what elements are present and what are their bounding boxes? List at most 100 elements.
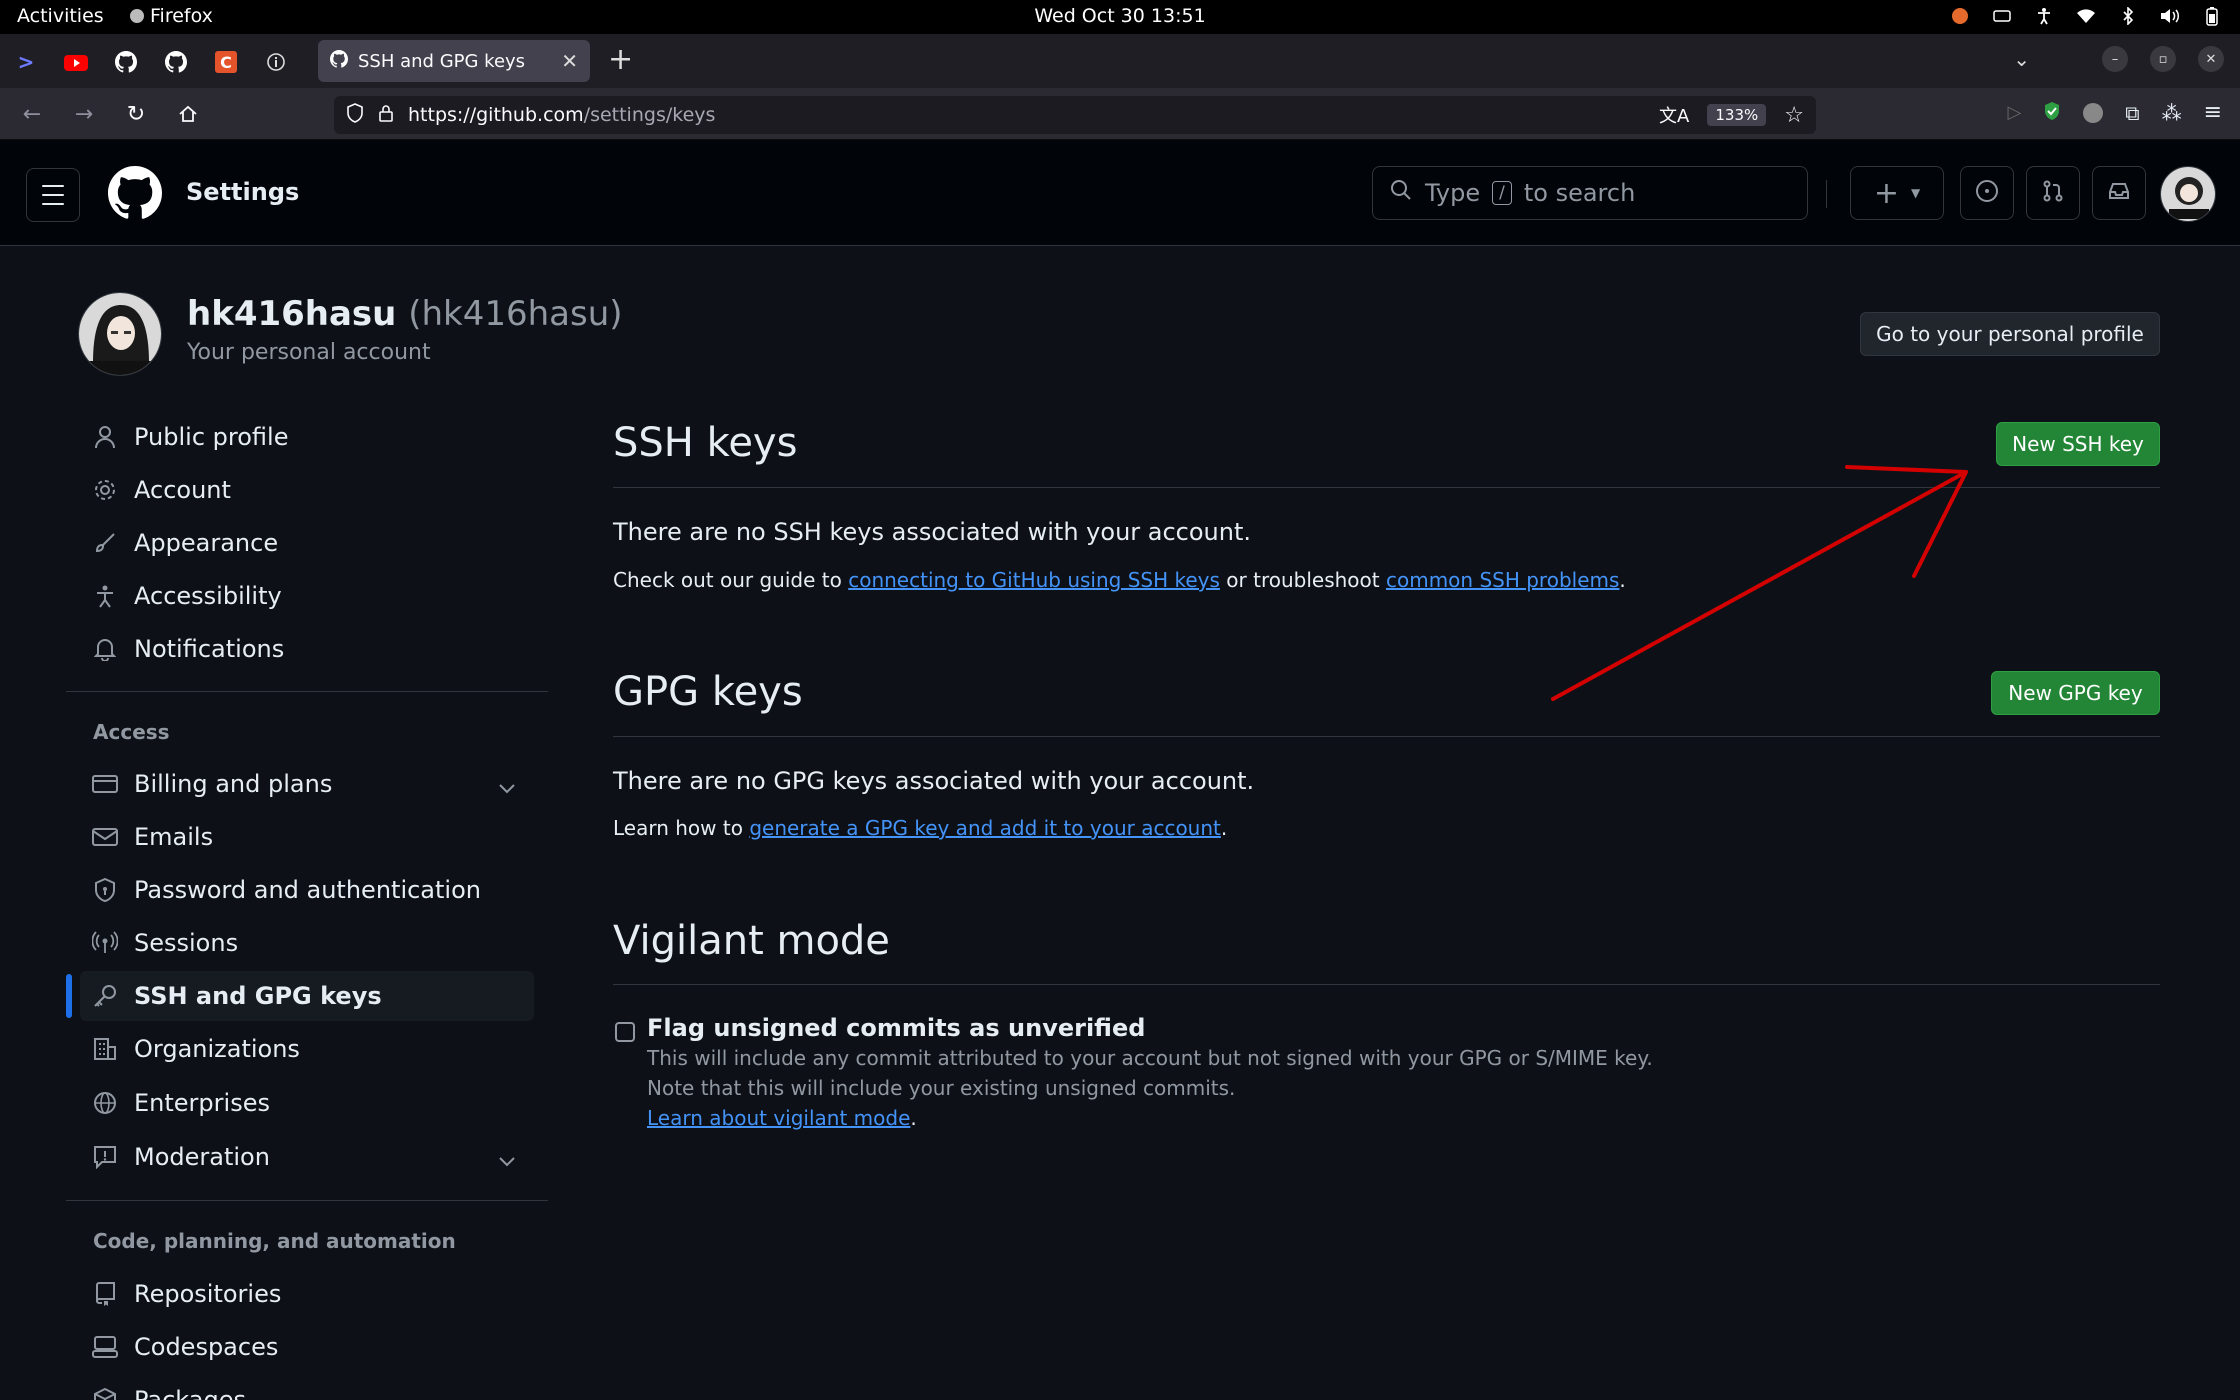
keyboard-icon bbox=[1992, 6, 2012, 26]
search-input[interactable]: Type / to search bbox=[1372, 166, 1808, 220]
sidebar-item-account[interactable]: Account bbox=[80, 465, 534, 515]
sidebar-item-codespaces[interactable]: Codespaces bbox=[80, 1322, 534, 1372]
gpg-guide-text: Learn how to generate a GPG key and add … bbox=[613, 816, 1227, 840]
page-context-title[interactable]: Settings bbox=[186, 178, 299, 206]
person-icon bbox=[92, 424, 118, 450]
search-placeholder-prefix: Type bbox=[1425, 179, 1481, 207]
tab-title: SSH and GPG keys bbox=[358, 50, 526, 72]
play-icon[interactable]: ▷ bbox=[2007, 102, 2021, 123]
shield-extension-icon[interactable] bbox=[2043, 101, 2061, 125]
github-icon[interactable] bbox=[112, 48, 140, 76]
account-type: Your personal account bbox=[187, 340, 431, 365]
coursera-icon[interactable]: C bbox=[212, 48, 240, 76]
github-icon[interactable] bbox=[162, 48, 190, 76]
bluetooth-icon bbox=[2118, 6, 2138, 26]
sidebar-item-label: Packages bbox=[134, 1386, 246, 1400]
organization-icon bbox=[92, 1036, 118, 1062]
ssh-troubleshoot-link[interactable]: common SSH problems bbox=[1386, 568, 1619, 592]
system-tray[interactable] bbox=[1950, 6, 2222, 26]
close-window-icon[interactable]: ✕ bbox=[2198, 46, 2224, 72]
report-icon bbox=[92, 1144, 118, 1170]
checkbox-label[interactable]: Flag unsigned commits as unverified bbox=[647, 1014, 1145, 1042]
vigilant-learn-link[interactable]: Learn about vigilant mode bbox=[647, 1106, 910, 1130]
chevron-down-icon[interactable] bbox=[498, 1146, 516, 1174]
zoom-indicator[interactable]: 133% bbox=[1707, 104, 1767, 126]
sidebar-item-appearance[interactable]: Appearance bbox=[80, 518, 534, 568]
pinned-tabs: > C bbox=[12, 48, 290, 76]
user-handle: (hk416hasu) bbox=[408, 294, 623, 334]
forward-arrow-icon[interactable]: → bbox=[70, 100, 98, 128]
puzzle-icon[interactable]: ⧉ bbox=[2125, 101, 2139, 125]
sidebar-item-public-profile[interactable]: Public profile bbox=[80, 412, 534, 462]
hamburger-menu-button[interactable] bbox=[26, 168, 80, 222]
reload-icon[interactable]: ↻ bbox=[122, 100, 150, 128]
sidebar-item-emails[interactable]: Emails bbox=[80, 812, 534, 862]
url-bar[interactable]: https://github.com/settings/keys 文A 133%… bbox=[334, 96, 1816, 134]
ssh-guide-link[interactable]: connecting to GitHub using SSH keys bbox=[848, 568, 1220, 592]
package-icon bbox=[92, 1387, 118, 1400]
sidebar-item-label: Enterprises bbox=[134, 1089, 270, 1117]
vigilant-learn-line: Learn about vigilant mode. bbox=[647, 1106, 917, 1130]
sidebar-item-ssh-gpg-keys[interactable]: SSH and GPG keys bbox=[80, 971, 534, 1021]
search-icon bbox=[1389, 178, 1413, 208]
avatar-extension-icon[interactable] bbox=[2083, 102, 2104, 123]
tab-ssh-gpg-keys[interactable]: SSH and GPG keys ✕ bbox=[318, 40, 590, 82]
sidebar-item-repositories[interactable]: Repositories bbox=[80, 1269, 534, 1319]
info-icon[interactable] bbox=[262, 48, 290, 76]
sidebar-item-billing[interactable]: Billing and plans bbox=[80, 759, 534, 809]
menu-icon[interactable]: ≡ bbox=[2204, 100, 2222, 125]
window-controls: ⌄ – ▫ ✕ bbox=[2013, 46, 2224, 72]
flag-unsigned-checkbox[interactable] bbox=[615, 1022, 635, 1042]
plus-icon: + bbox=[1873, 175, 1899, 211]
search-placeholder-suffix: to search bbox=[1523, 179, 1636, 207]
grid-extension-icon[interactable]: ⁂ bbox=[2162, 101, 2182, 125]
sidebar-item-moderation[interactable]: Moderation bbox=[80, 1132, 534, 1182]
minimize-icon[interactable]: – bbox=[2102, 46, 2128, 72]
new-ssh-key-button[interactable]: New SSH key bbox=[1996, 422, 2160, 466]
tracking-shield-icon[interactable] bbox=[346, 102, 364, 128]
inbox-button[interactable] bbox=[2092, 166, 2146, 220]
ssh-empty-message: There are no SSH keys associated with yo… bbox=[613, 518, 1252, 546]
user-avatar[interactable] bbox=[2160, 166, 2216, 222]
translate-icon[interactable]: 文A bbox=[1659, 102, 1689, 128]
home-icon[interactable] bbox=[174, 100, 202, 128]
maximize-icon[interactable]: ▫ bbox=[2150, 46, 2176, 72]
chevron-down-icon[interactable] bbox=[498, 773, 516, 801]
terminal-icon[interactable]: > bbox=[12, 48, 40, 76]
sidebar-item-organizations[interactable]: Organizations bbox=[80, 1024, 534, 1074]
create-new-button[interactable]: + ▼ bbox=[1850, 166, 1944, 220]
vigilant-note-1: This will include any commit attributed … bbox=[647, 1046, 1653, 1070]
go-to-profile-button[interactable]: Go to your personal profile bbox=[1860, 312, 2160, 356]
new-tab-button[interactable]: + bbox=[608, 44, 633, 76]
github-logo-icon[interactable] bbox=[108, 166, 163, 220]
issues-button[interactable] bbox=[1960, 166, 2014, 220]
list-all-tabs-icon[interactable]: ⌄ bbox=[2013, 47, 2030, 71]
sidebar-item-notifications[interactable]: Notifications bbox=[80, 624, 534, 674]
bookmark-star-icon[interactable]: ☆ bbox=[1784, 103, 1804, 128]
ssh-keys-heading: SSH keys bbox=[613, 420, 798, 466]
gpg-learn-suffix: . bbox=[1220, 816, 1228, 840]
sidebar-item-packages[interactable]: Packages bbox=[80, 1375, 534, 1400]
clock[interactable]: Wed Oct 30 13:51 bbox=[0, 5, 2240, 27]
new-gpg-key-button[interactable]: New GPG key bbox=[1991, 671, 2160, 715]
pull-requests-button[interactable] bbox=[2026, 166, 2080, 220]
sidebar-item-label: Accessibility bbox=[134, 582, 282, 610]
sidebar-item-enterprises[interactable]: Enterprises bbox=[80, 1078, 534, 1128]
key-icon bbox=[92, 983, 118, 1009]
sidebar-item-accessibility[interactable]: Accessibility bbox=[80, 571, 534, 621]
username[interactable]: hk416hasu bbox=[187, 294, 396, 334]
sidebar-divider bbox=[66, 691, 548, 692]
youtube-icon[interactable] bbox=[62, 48, 90, 76]
close-tab-icon[interactable]: ✕ bbox=[561, 49, 578, 73]
gpg-generate-link[interactable]: generate a GPG key and add it to your ac… bbox=[749, 816, 1221, 840]
sidebar-item-label: Notifications bbox=[134, 635, 285, 663]
vigilant-mode-option: Flag unsigned commits as unverified This… bbox=[613, 1014, 1813, 1152]
sidebar-item-password-authentication[interactable]: Password and authentication bbox=[80, 865, 534, 915]
paintbrush-icon bbox=[92, 530, 118, 556]
section-divider bbox=[613, 736, 2160, 737]
ssh-guide-suffix: . bbox=[1619, 568, 1626, 592]
sidebar-item-sessions[interactable]: Sessions bbox=[80, 918, 534, 968]
back-arrow-icon[interactable]: ← bbox=[18, 100, 46, 128]
lock-icon[interactable] bbox=[378, 103, 394, 128]
gpg-empty-message: There are no GPG keys associated with yo… bbox=[613, 767, 1255, 795]
